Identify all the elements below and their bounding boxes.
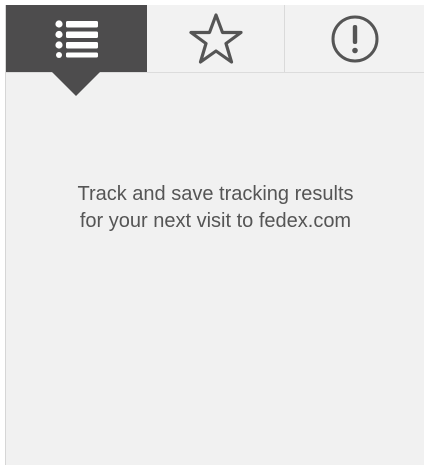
list-icon: [54, 19, 98, 58]
message-line-1: Track and save tracking results: [77, 183, 354, 205]
alert-circle-icon: [331, 15, 379, 62]
tab-alerts[interactable]: [285, 5, 424, 72]
empty-state-message: Track and save tracking results for your…: [6, 181, 424, 235]
tracking-panel: Track and save tracking results for your…: [5, 5, 424, 465]
active-tab-pointer: [52, 72, 100, 96]
message-line-2: for your next visit to fedex.com: [79, 210, 352, 232]
tab-bar: [6, 5, 424, 73]
tab-list[interactable]: [6, 5, 147, 72]
tab-favorites[interactable]: [147, 5, 285, 72]
star-icon: [188, 12, 243, 64]
